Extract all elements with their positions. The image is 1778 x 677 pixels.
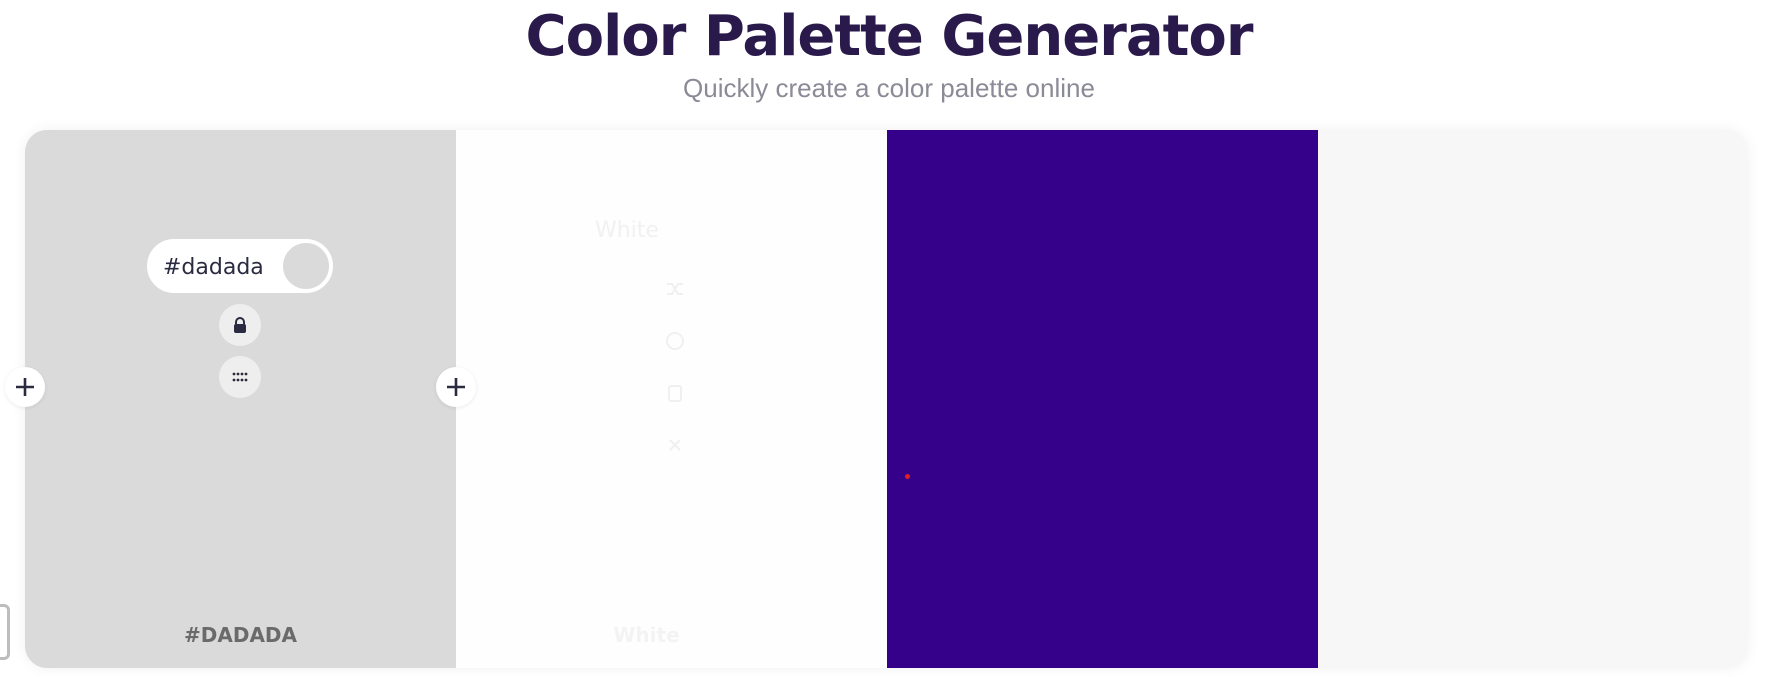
plus-icon xyxy=(16,378,34,396)
palette-board: #DADADA xyxy=(25,130,1748,668)
palette-icon[interactable] xyxy=(665,331,685,351)
hex-pill[interactable] xyxy=(147,239,333,293)
side-tab-handle[interactable] xyxy=(0,604,10,660)
color-name-label: #DADADA xyxy=(184,623,297,647)
cursor-marker xyxy=(905,474,910,479)
lock-button[interactable] xyxy=(219,304,261,346)
close-icon[interactable] xyxy=(665,435,685,455)
shuffle-icon[interactable] xyxy=(665,279,685,299)
palette-column-1[interactable]: #DADADA xyxy=(25,130,456,668)
color-picker-swatch[interactable] xyxy=(281,241,331,291)
palette-column-3[interactable] xyxy=(887,130,1318,668)
copy-icon[interactable] xyxy=(665,383,685,403)
page-title: Color Palette Generator xyxy=(525,4,1254,69)
add-color-button-left[interactable] xyxy=(5,367,45,407)
drag-handle-icon xyxy=(232,372,248,382)
page-subtitle: Quickly create a color palette online xyxy=(683,73,1095,103)
faded-color-title: White xyxy=(595,218,659,243)
add-color-button-middle[interactable] xyxy=(436,367,476,407)
lock-icon xyxy=(234,317,246,333)
plus-icon xyxy=(447,378,465,396)
faded-color-name: White xyxy=(613,623,680,647)
drag-button[interactable] xyxy=(219,356,261,398)
palette-column-4[interactable] xyxy=(1318,130,1748,668)
hex-input[interactable] xyxy=(163,251,273,283)
